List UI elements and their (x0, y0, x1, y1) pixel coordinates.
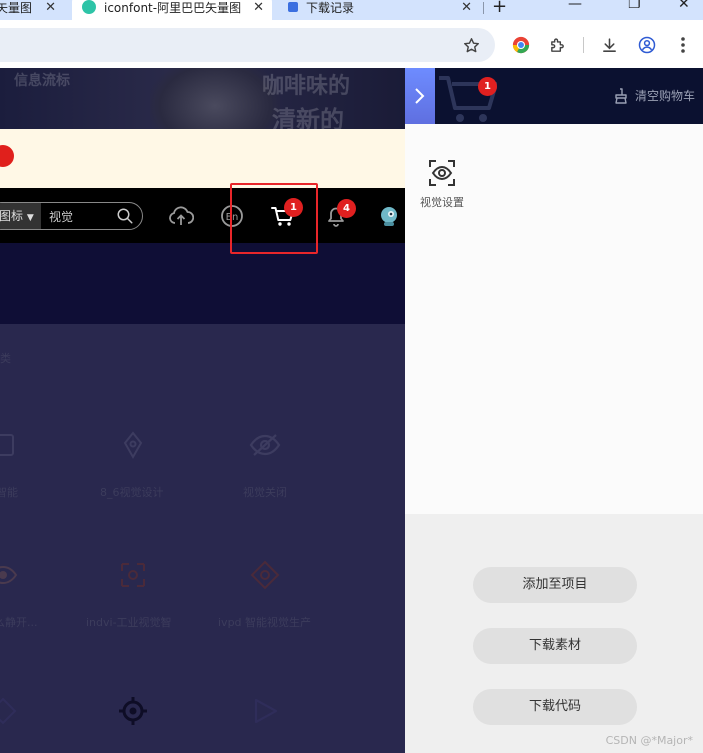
eye-icon[interactable] (0, 558, 20, 592)
eye-scan-icon (429, 160, 455, 186)
tab-title: 矢量图 (0, 0, 33, 15)
toolbar-separator (583, 37, 584, 53)
chrome-extension-logo-icon[interactable] (510, 34, 532, 56)
add-to-project-button[interactable]: 添加至项目 (473, 567, 637, 603)
smart-icon[interactable] (0, 428, 22, 462)
tab-iconfont[interactable]: iconfont-阿里巴巴矢量图 ✕ (72, 0, 272, 20)
icon-name: ivpd 智能视觉生产 (218, 616, 312, 629)
screenshot-root: 矢量图 ✕ iconfont-阿里巴巴矢量图 ✕ 下载记录 ✕ + — ❐ ✕ (0, 0, 703, 753)
search-icon[interactable] (116, 207, 134, 229)
target-icon[interactable] (116, 694, 150, 728)
iconfont-page: 信息流标 咖啡味的 清新的 图标 ▼ 视觉 En 1 4 类 智能 8_6视觉设… (0, 68, 405, 753)
close-window-button[interactable]: ✕ (678, 0, 690, 12)
cart-count-badge: 1 (478, 77, 497, 96)
user-avatar[interactable] (376, 203, 402, 229)
collapse-panel-button[interactable] (405, 68, 435, 124)
download-assets-button[interactable]: 下载素材 (473, 628, 637, 664)
banner-text: 咖啡味的 (262, 74, 351, 99)
minimize-button[interactable]: — (568, 0, 582, 12)
bookmark-star-icon[interactable] (460, 34, 482, 56)
broom-icon (615, 87, 627, 104)
chevron-down-icon: ▼ (26, 213, 34, 223)
tab-title: iconfont-阿里巴巴矢量图 (104, 0, 242, 15)
tab-title: 下载记录 (306, 0, 355, 15)
cart-item[interactable]: 视觉设置 (415, 154, 469, 214)
icon-name: 么静开... (0, 616, 38, 629)
tab-downloads[interactable]: 下载记录 ✕ (278, 0, 480, 20)
profile-avatar-icon[interactable] (636, 34, 658, 56)
download-icon[interactable] (598, 34, 620, 56)
restore-button[interactable]: ❐ (628, 0, 641, 12)
close-icon[interactable]: ✕ (461, 0, 472, 15)
clear-cart-button[interactable]: 清空购物车 (613, 87, 695, 104)
section-heading: 类 (0, 352, 11, 365)
cart-actions: 添加至项目 下载素材 下载代码 CSDN @*Major* (405, 514, 703, 753)
browser-toolbar (0, 20, 703, 68)
clear-cart-label: 清空购物车 (634, 89, 695, 103)
cart-item-label: 视觉设置 (420, 196, 464, 209)
upload-cloud-icon[interactable] (168, 203, 194, 229)
close-icon[interactable]: ✕ (253, 0, 264, 15)
csdn-watermark: CSDN @*Major* (605, 734, 693, 747)
browser-tab-strip: 矢量图 ✕ iconfont-阿里巴巴矢量图 ✕ 下载记录 ✕ + — ❐ ✕ (0, 0, 703, 20)
cart-highlight-box (230, 183, 318, 254)
diamond-icon[interactable] (0, 694, 20, 728)
icon-name: 视觉关闭 (243, 486, 287, 499)
notice-alert-icon (0, 145, 14, 167)
cart-panel-header: 1 清空购物车 (405, 68, 703, 124)
notice-bar (0, 129, 405, 188)
vision-production-icon[interactable] (248, 558, 282, 592)
new-tab-button[interactable]: + (492, 0, 507, 17)
kebab-menu-icon[interactable] (672, 34, 694, 56)
banner-text: 清新的 (272, 106, 344, 129)
icon-name: 智能 (0, 486, 18, 499)
icon-results-grid: 类 智能 8_6视觉设计 视觉关闭 么静开... indvi (0, 324, 405, 753)
close-icon[interactable]: ✕ (45, 0, 56, 15)
play-icon[interactable] (248, 694, 282, 728)
banner-face-image (150, 68, 280, 129)
search-type-select[interactable]: 图标 ▼ (0, 203, 41, 229)
extensions-puzzle-icon[interactable] (546, 34, 568, 56)
promo-banner[interactable]: 信息流标 咖啡味的 清新的 (0, 68, 405, 129)
industrial-vision-icon[interactable] (116, 558, 150, 592)
site-navbar: 图标 ▼ 视觉 En 1 4 (0, 188, 405, 243)
cart-items-list: 视觉设置 (405, 124, 703, 514)
hero-section (0, 243, 405, 324)
design-pen-icon[interactable] (116, 428, 150, 462)
search-box[interactable]: 图标 ▼ 视觉 (0, 202, 143, 230)
eye-off-icon[interactable] (248, 428, 282, 462)
address-bar[interactable] (0, 28, 495, 62)
iconfont-logo-icon (82, 0, 96, 14)
icon-name: indvi-工业视觉智 (86, 616, 172, 629)
tab-separator (483, 2, 484, 14)
search-input[interactable]: 视觉 (49, 208, 73, 225)
tab-vector[interactable]: 矢量图 ✕ (0, 0, 70, 20)
download-icon (288, 2, 298, 12)
chevron-right-icon (415, 88, 425, 104)
icon-name: 8_6视觉设计 (100, 486, 164, 499)
search-type-label: 图标 (0, 209, 24, 223)
notification-count-badge: 4 (337, 199, 356, 218)
download-code-button[interactable]: 下载代码 (473, 689, 637, 725)
banner-text: 信息流标 (14, 73, 70, 89)
